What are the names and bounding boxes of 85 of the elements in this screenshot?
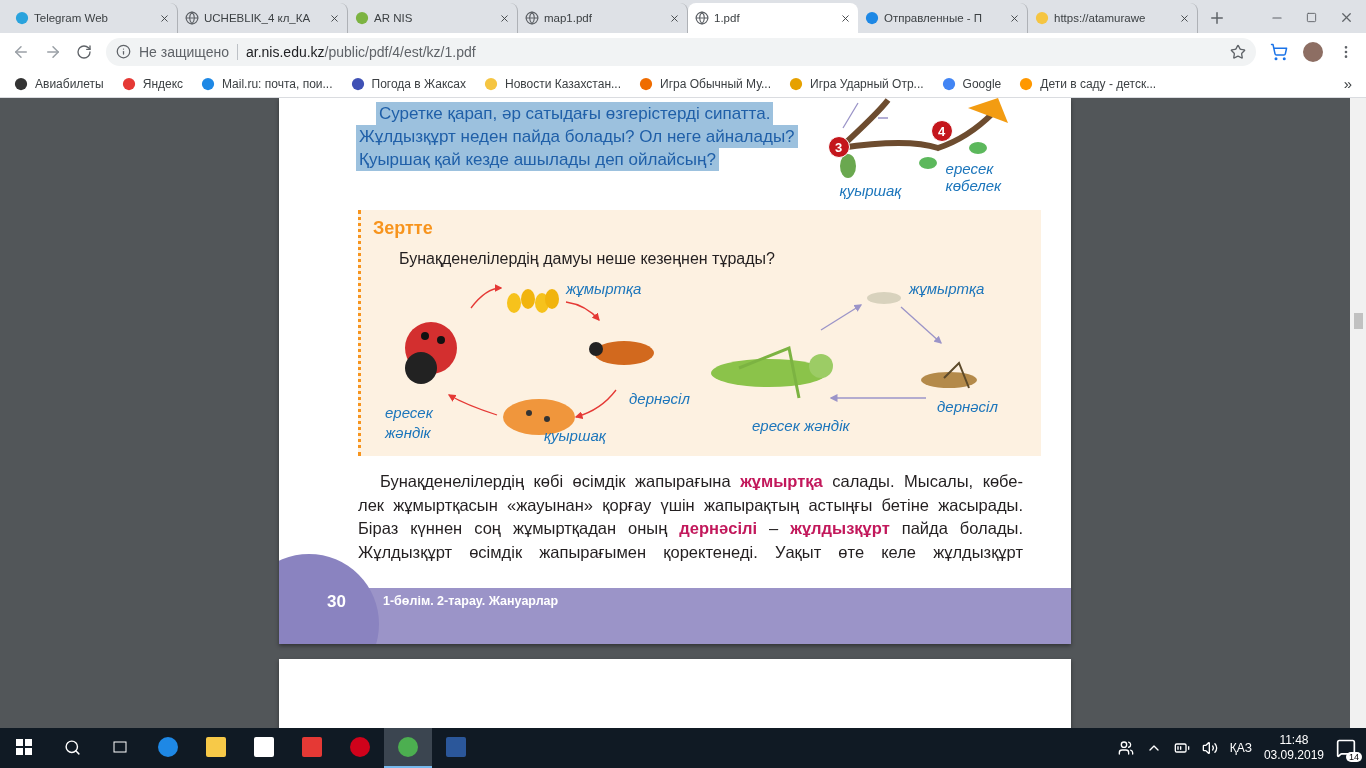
pupa-label: қуыршақ <box>839 182 902 199</box>
scrollbar-thumb[interactable] <box>1353 313 1363 329</box>
app-icon <box>252 735 276 759</box>
bookmark-link[interactable]: Mail.ru: почта, пои... <box>201 76 333 91</box>
bookmark-link[interactable]: Авиабилеты <box>14 76 104 91</box>
page-number: 30 <box>327 592 346 612</box>
site-icon <box>865 11 879 25</box>
security-label: Не защищено <box>139 43 238 60</box>
notification-count: 14 <box>1346 752 1362 762</box>
globe-icon <box>525 11 539 25</box>
paragraph-line: лек жұмыртқасын «жауынан» қорғау үшін жапырақтың астыңғы бетіне жасырады. <box>358 494 1023 516</box>
adult-insect-label: ересек жәндік <box>752 417 850 434</box>
language-indicator[interactable]: ҚАЗ <box>1229 741 1252 755</box>
step-number: 3 <box>827 136 850 158</box>
bookmark-link[interactable]: Google <box>941 76 1002 91</box>
new-tab-icon[interactable] <box>1208 9 1226 27</box>
paragraph-line: Бунақденелілердің көбі өсімдік жапырағына жұмыртқа салады. Мысалы, көбе- <box>379 471 1023 492</box>
close-icon[interactable] <box>669 12 680 24</box>
close-icon[interactable] <box>159 12 170 24</box>
site-icon <box>1035 11 1049 25</box>
bookmark-link[interactable]: Яндекс <box>121 76 184 91</box>
close-icon[interactable] <box>1179 12 1190 24</box>
globe-icon <box>695 11 709 25</box>
reload-icon[interactable] <box>76 43 92 60</box>
site-icon <box>355 11 369 25</box>
task-view-icon[interactable] <box>111 739 129 755</box>
site-icon <box>639 76 654 91</box>
close-icon[interactable] <box>1339 10 1354 25</box>
bookmark-link[interactable]: Игра Обычный Му... <box>639 76 772 91</box>
close-icon[interactable] <box>1009 12 1020 24</box>
adult-insect-label: ересек жәндік <box>385 403 434 443</box>
url-text: ar.nis.edu.kz/public/pdf/4/est/kz/1.pdf <box>246 43 476 60</box>
larva-label: дернәсіл <box>629 390 690 407</box>
app-icon <box>396 735 420 759</box>
paragraph-line: Жұлдызқұрт өсімдік жапырағымен қоректенеді. Уақыт өте келе жұлдызқұрт <box>358 541 1023 563</box>
close-icon[interactable] <box>499 12 510 24</box>
battery-icon[interactable] <box>1173 740 1190 756</box>
step-number: 4 <box>930 120 953 142</box>
app-icon <box>204 735 228 759</box>
bookmark-star-icon[interactable] <box>1230 43 1246 60</box>
volume-icon[interactable] <box>1201 740 1218 756</box>
app-icon <box>444 735 468 759</box>
research-question: Бунақденелілердің дамуы неше кезеңнен тұрады? <box>399 250 775 268</box>
site-icon <box>201 76 216 91</box>
site-icon <box>789 76 804 91</box>
app-icon <box>300 735 324 759</box>
windows-logo-icon[interactable] <box>16 739 32 755</box>
avatar-icon[interactable] <box>1302 40 1324 63</box>
bookmark-link[interactable]: Дети в саду - детск... <box>1019 76 1157 91</box>
maximize-icon[interactable] <box>1306 12 1317 23</box>
larva-label: дернәсіл <box>937 398 998 415</box>
people-icon[interactable] <box>1117 740 1134 756</box>
site-icon <box>1019 76 1034 91</box>
close-icon[interactable] <box>329 12 340 24</box>
cart-icon[interactable] <box>1270 42 1288 61</box>
bookmark-link[interactable]: Новости Казахстан... <box>484 76 622 91</box>
info-icon[interactable] <box>116 44 131 59</box>
site-icon <box>350 76 365 91</box>
bookmark-link[interactable]: Игра Ударный Отр... <box>789 76 924 91</box>
app-icon <box>348 735 372 759</box>
egg-drawing <box>866 290 902 306</box>
browser-tab[interactable]: 1.pdf <box>688 3 858 33</box>
app-icon <box>156 735 180 759</box>
bookmark-link[interactable]: Погода в Жаксах <box>350 76 466 91</box>
adult-butterfly-label: ересек көбелек <box>945 160 1003 194</box>
more-bookmarks-button[interactable]: » <box>1343 75 1352 92</box>
paragraph-line: Біраз күннен соң жұмыртқадан оның дернәсілі – жұлдызқұрт пайда болады. <box>358 518 1023 539</box>
question-text: Жұлдызқұрт неден пайда болады? Ол неге айналады? <box>356 125 798 148</box>
chapter-title: 1-бөлім. 2-тарау. Жануарлар <box>383 594 559 608</box>
search-icon[interactable] <box>63 738 81 756</box>
site-icon <box>14 76 28 91</box>
question-text: Қуыршақ қай кезде ашылады деп ойлайсың? <box>356 148 719 171</box>
research-title: Зертте <box>373 218 433 239</box>
egg-label: жұмыртқа <box>566 280 642 297</box>
site-icon <box>121 76 136 91</box>
globe-icon <box>185 11 199 25</box>
address-bar[interactable]: Не защищено ar.nis.edu.kz/public/pdf/4/est/kz/1.pdf <box>106 37 1256 66</box>
site-icon <box>484 76 498 91</box>
clock[interactable]: 11:48 03.09.2019 <box>1263 733 1324 763</box>
question-text: Суретке қарап, әр сатыдағы өзгерістерді сипатта. <box>376 102 774 125</box>
pupa-label: қуыршақ <box>544 427 606 444</box>
close-icon[interactable] <box>840 12 851 24</box>
site-icon <box>941 76 956 91</box>
egg-label: жұмыртқа <box>909 280 985 297</box>
site-icon <box>15 11 29 25</box>
